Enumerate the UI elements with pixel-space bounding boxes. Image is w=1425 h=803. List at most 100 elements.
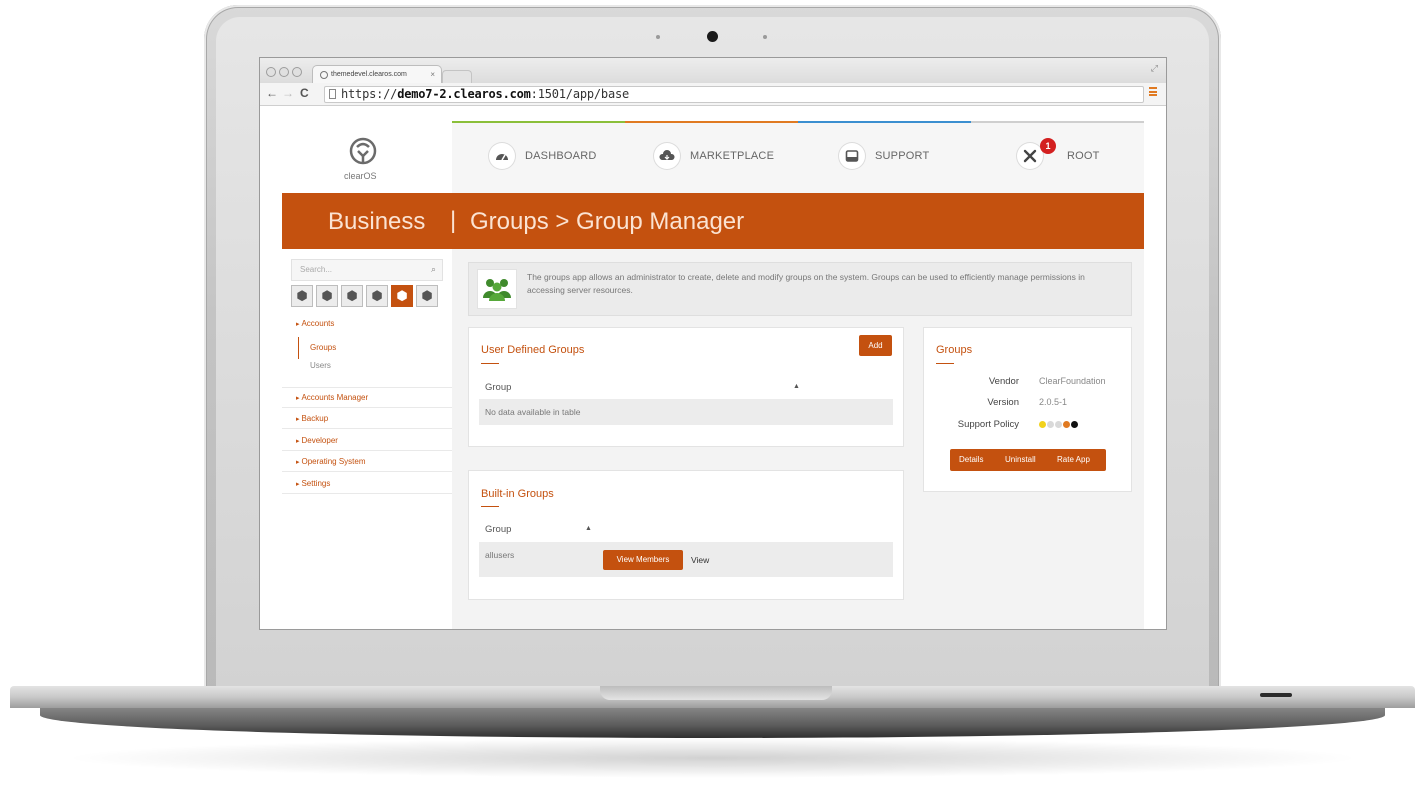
title-underline: [481, 506, 499, 507]
user-defined-groups-title: User Defined Groups: [481, 344, 585, 356]
sidebar-item-users[interactable]: Users: [310, 361, 331, 370]
nav-dashboard-label: DASHBOARD: [525, 150, 597, 162]
support-policy-label: Support Policy: [957, 419, 1019, 430]
sidebar-item-operating-system[interactable]: Operating System: [296, 457, 365, 466]
category-cube-6[interactable]: ⬢: [416, 285, 438, 307]
page-title: Groups > Group Manager: [470, 208, 745, 235]
browser-tab[interactable]: themedevel.clearos.com ×: [312, 65, 442, 84]
forward-icon[interactable]: →: [282, 86, 294, 100]
new-tab-button[interactable]: [442, 70, 472, 84]
built-in-groups-title: Built-in Groups: [481, 488, 554, 500]
stripe-blue: [798, 121, 971, 123]
address-bar: ← → C https://demo7-2.clearos.com:1501/a…: [260, 83, 1166, 106]
category-cube-4[interactable]: ⬢: [366, 285, 388, 307]
back-icon[interactable]: ←: [266, 86, 278, 100]
laptop-shadow: [60, 738, 1365, 778]
search-placeholder: Search...: [300, 265, 333, 274]
category-cube-2[interactable]: ⬢: [316, 285, 338, 307]
rate-app-button[interactable]: Rate App: [1057, 455, 1090, 464]
sidebar-item-groups[interactable]: Groups: [310, 343, 336, 352]
title-underline: [936, 363, 954, 364]
divider: [282, 471, 452, 472]
category-cube-1[interactable]: ⬢: [291, 285, 313, 307]
app-info-panel: Groups Vendor ClearFoundation Version 2.…: [923, 327, 1132, 492]
sidebar-item-backup[interactable]: Backup: [296, 414, 328, 423]
clearos-app: clearOS DASHBOARD MARKETPLACE SUPPORT 1 …: [282, 121, 1144, 629]
app-info-title: Groups: [936, 344, 973, 356]
notification-badge: 1: [1040, 138, 1056, 154]
globe-icon: [320, 71, 328, 79]
browser-menu-icon[interactable]: [1149, 87, 1157, 96]
group-column-header[interactable]: Group: [485, 524, 511, 535]
sidebar-search-input[interactable]: Search... ⌕: [291, 259, 443, 281]
divider: [282, 428, 452, 429]
vendor-value: ClearFoundation: [1039, 376, 1106, 386]
uninstall-button[interactable]: Uninstall: [1005, 455, 1036, 464]
category-cube-3[interactable]: ⬢: [341, 285, 363, 307]
title-underline: [481, 363, 499, 364]
support-policy-dots: [1039, 421, 1089, 429]
support-dot: [1071, 421, 1078, 428]
table-row: allusers View Members View: [479, 542, 893, 577]
reload-icon[interactable]: C: [300, 86, 309, 100]
banner-separator: |: [450, 207, 457, 234]
page-banner: Business | Groups > Group Manager: [282, 193, 1144, 249]
empty-table-text: No data available in table: [485, 407, 581, 417]
app-actions: Details Uninstall Rate App: [950, 449, 1106, 471]
logo-text: clearOS: [344, 171, 377, 181]
support-dot: [1055, 421, 1062, 428]
add-group-button[interactable]: Add: [859, 335, 892, 356]
user-defined-groups-panel: User Defined Groups Add Group ▲ No data …: [468, 327, 904, 447]
camera-sensor-left: [656, 35, 660, 39]
support-dot: [1063, 421, 1070, 428]
support-dot: [1047, 421, 1054, 428]
camera: [707, 31, 718, 42]
page-icon: [329, 89, 336, 99]
category-cube-5-active[interactable]: ⬢: [391, 285, 413, 307]
view-button[interactable]: View: [691, 555, 709, 565]
version-value: 2.0.5-1: [1039, 397, 1068, 407]
nav-root-label: ROOT: [1067, 150, 1100, 162]
group-column-header[interactable]: Group: [485, 382, 511, 393]
dashboard-gauge-icon: [489, 143, 515, 169]
tab-close-icon[interactable]: ×: [430, 70, 435, 79]
minimize-window-button[interactable]: [279, 67, 289, 77]
table-row: No data available in table: [479, 399, 893, 425]
laptop-port: [1260, 693, 1292, 697]
divider: [282, 407, 452, 408]
browser-titlebar: themedevel.clearos.com × ⤢: [260, 58, 1166, 84]
users-group-icon: [477, 269, 517, 309]
vendor-label: Vendor: [988, 376, 1019, 387]
inbox-icon: [839, 143, 865, 169]
sort-asc-icon[interactable]: ▲: [585, 525, 592, 532]
zoom-window-button[interactable]: [292, 67, 302, 77]
built-in-groups-panel: Built-in Groups Group ▲ allusers View Me…: [468, 470, 904, 600]
app-description-text: The groups app allows an administrator t…: [527, 272, 1085, 295]
nav-support-label: SUPPORT: [875, 150, 930, 162]
app-description: The groups app allows an administrator t…: [468, 262, 1132, 316]
fullscreen-icon[interactable]: ⤢: [1151, 63, 1158, 74]
sidebar-item-developer[interactable]: Developer: [296, 436, 337, 445]
camera-sensor-right: [763, 35, 767, 39]
sort-asc-icon[interactable]: ▲: [793, 383, 800, 390]
laptop-screen: themedevel.clearos.com × ⤢ ← → C https:/…: [259, 57, 1167, 630]
group-name-cell: allusers: [485, 550, 515, 560]
cloud-download-icon: [654, 143, 680, 169]
sidebar: Search... ⌕ ⬢ ⬢ ⬢ ⬢ ⬢ ⬢ Accounts Groups …: [282, 249, 452, 629]
sidebar-item-settings[interactable]: Settings: [296, 479, 330, 488]
view-members-button[interactable]: View Members: [603, 550, 683, 570]
logo[interactable]: clearOS: [282, 121, 452, 193]
close-window-button[interactable]: [266, 67, 276, 77]
details-button[interactable]: Details: [959, 455, 983, 464]
version-label: Version: [987, 397, 1019, 408]
sidebar-item-accounts-manager[interactable]: Accounts Manager: [296, 393, 368, 402]
search-icon[interactable]: ⌕: [431, 264, 436, 275]
stripe-green: [452, 121, 625, 123]
url-field[interactable]: https://demo7-2.clearos.com:1501/app/bas…: [324, 86, 1144, 103]
laptop-notch: [600, 686, 832, 700]
divider: [282, 493, 452, 494]
laptop-base-bottom: [40, 706, 1385, 738]
stripe-grey: [971, 121, 1144, 123]
support-dot: [1039, 421, 1046, 428]
sidebar-item-accounts[interactable]: Accounts: [296, 319, 334, 328]
